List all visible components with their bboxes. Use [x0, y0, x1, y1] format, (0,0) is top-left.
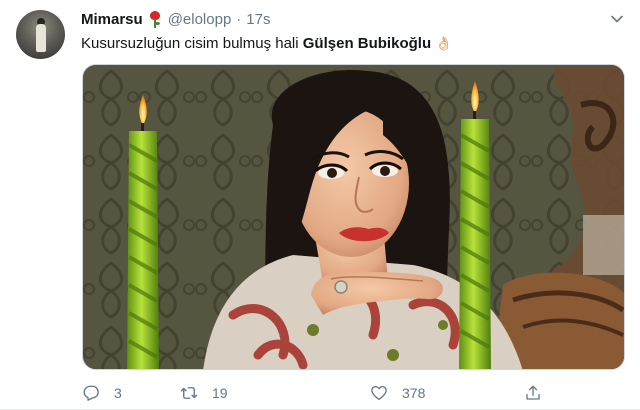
share-button[interactable]: [524, 382, 556, 404]
photo-illustration: [83, 65, 624, 369]
display-name[interactable]: Mimarsu: [81, 11, 143, 28]
tweet-text-bold: Gülşen Bubikoğlu: [302, 35, 432, 52]
reply-button[interactable]: 3: [82, 382, 122, 404]
rose-icon: [148, 10, 162, 28]
tweet-text-plain: Kusursuzluğun cisim bulmuş hali: [81, 35, 303, 52]
tweet-actions: 3 19 378: [82, 382, 622, 404]
chevron-down-icon[interactable]: [610, 12, 624, 26]
avatar-figure: [36, 24, 46, 52]
tweet-header: Mimarsu @elolopp · 17s: [81, 9, 270, 29]
avatar[interactable]: [16, 10, 65, 59]
timestamp[interactable]: 17s: [246, 11, 270, 28]
tweet-text: Kusursuzluğun cisim bulmuş hali Gülşen B…: [81, 33, 453, 54]
tweet-photo[interactable]: [82, 64, 625, 370]
heart-icon: [371, 385, 387, 401]
reply-icon: [83, 385, 99, 401]
share-icon: [526, 385, 540, 400]
retweet-count: 19: [212, 385, 228, 401]
like-count: 378: [402, 385, 426, 401]
retweet-button[interactable]: 19: [180, 382, 228, 404]
tweet[interactable]: Mimarsu @elolopp · 17s Kusursuzluğun cis…: [0, 0, 640, 410]
like-button[interactable]: 378: [370, 382, 425, 404]
retweet-icon: [180, 387, 198, 399]
user-handle[interactable]: @elolopp: [168, 11, 232, 28]
separator-dot: ·: [236, 10, 242, 28]
ok-hand-icon: 👌🏻: [435, 35, 453, 51]
reply-count: 3: [114, 385, 122, 401]
